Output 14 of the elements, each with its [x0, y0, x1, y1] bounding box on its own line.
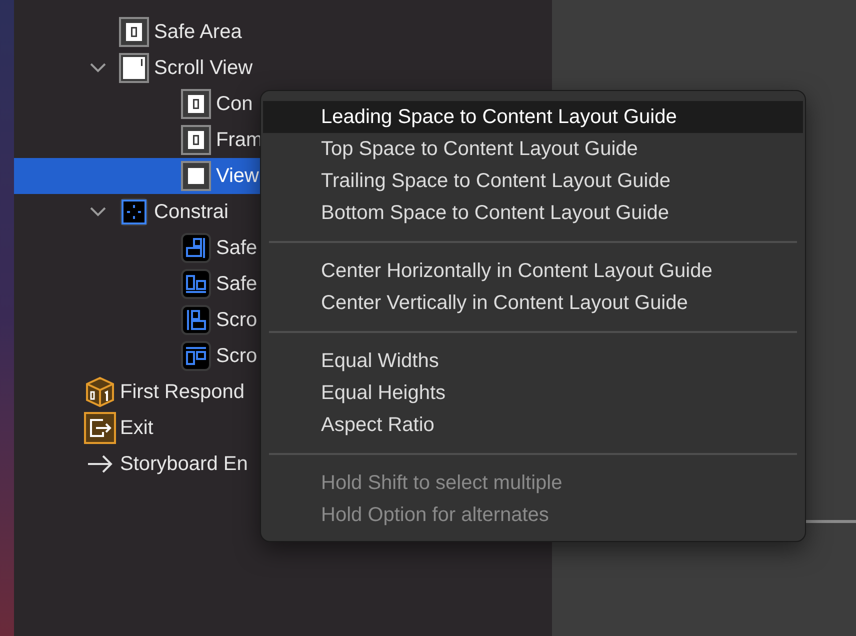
menu-item: Hold Option for alternates — [320, 503, 550, 528]
outline-label: Scro — [216, 344, 258, 369]
outline-label: Safe Area — [154, 20, 242, 45]
outline-label: Storyboard En — [120, 452, 248, 477]
outline-label: Safe — [216, 236, 258, 261]
outline-label: Scro — [216, 308, 258, 333]
outline-label: Safe — [216, 272, 258, 297]
outline-label: Scroll View — [154, 56, 253, 81]
outline-label: Con — [216, 92, 253, 117]
outline-label: Constrai — [154, 200, 228, 225]
outline-label: View — [216, 164, 259, 189]
outline-label: Exit — [120, 416, 154, 441]
outline-label: First Respond — [120, 380, 244, 405]
menu-item: Hold Shift to select multiple — [320, 471, 564, 496]
